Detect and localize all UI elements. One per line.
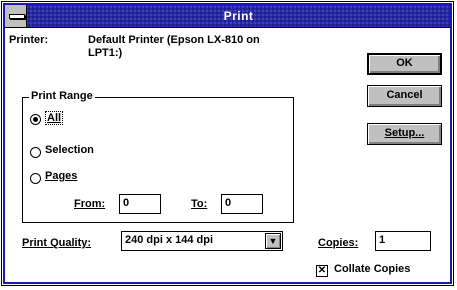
print-quality-select[interactable]: 240 dpi x 144 dpi ▼ [121, 231, 283, 251]
to-input[interactable]: 0 [221, 194, 263, 214]
print-quality-text: Print Quality: [22, 237, 92, 249]
dropdown-arrow-icon[interactable]: ▼ [265, 233, 281, 249]
copies-input[interactable]: 1 [375, 231, 431, 251]
copies-label: Copies: [318, 237, 358, 249]
system-menu-icon [9, 14, 25, 19]
from-label-text: From: [74, 198, 106, 210]
radio-selection-label[interactable]: Selection [45, 144, 94, 156]
print-range-group: Print Range All Selection Pages From: 0 … [22, 90, 294, 223]
radio-all-label[interactable]: All [45, 111, 64, 125]
collate-checkbox[interactable]: ✕ [316, 265, 328, 277]
to-label-text: To: [191, 198, 208, 210]
setup-button-label: Setup... [384, 127, 425, 139]
setup-button[interactable]: Setup... [367, 123, 442, 145]
window-title: Print [223, 9, 254, 23]
cancel-button[interactable]: Cancel [367, 85, 442, 107]
collate-label[interactable]: Collate Copies [334, 263, 410, 275]
print-range-label: Print Range [29, 90, 95, 102]
to-label: To: [191, 198, 207, 210]
print-quality-label: Print Quality: [22, 237, 91, 249]
printer-value-line1: Default Printer (Epson LX-810 on [88, 34, 260, 46]
print-quality-value: 240 dpi x 144 dpi [125, 234, 214, 246]
radio-pages-label[interactable]: Pages [45, 170, 77, 182]
radio-all[interactable] [30, 114, 41, 125]
title-bar[interactable]: Print [5, 5, 450, 28]
radio-selection[interactable] [30, 147, 41, 158]
from-label: From: [74, 198, 105, 210]
radio-all-text: All [47, 112, 62, 124]
ok-button[interactable]: OK [367, 53, 442, 75]
print-dialog: Print Printer: Default Printer (Epson LX… [1, 1, 454, 286]
copies-text: Copies: [318, 237, 359, 249]
printer-value-line2: LPT1:) [88, 47, 123, 59]
radio-pages-text: Pages [45, 170, 78, 182]
dialog-frame: Print Printer: Default Printer (Epson LX… [3, 3, 452, 284]
radio-pages[interactable] [30, 173, 41, 184]
from-input[interactable]: 0 [119, 194, 161, 214]
radio-all-dot [33, 117, 38, 122]
printer-label: Printer: [9, 34, 49, 46]
system-menu-button[interactable] [5, 5, 27, 27]
